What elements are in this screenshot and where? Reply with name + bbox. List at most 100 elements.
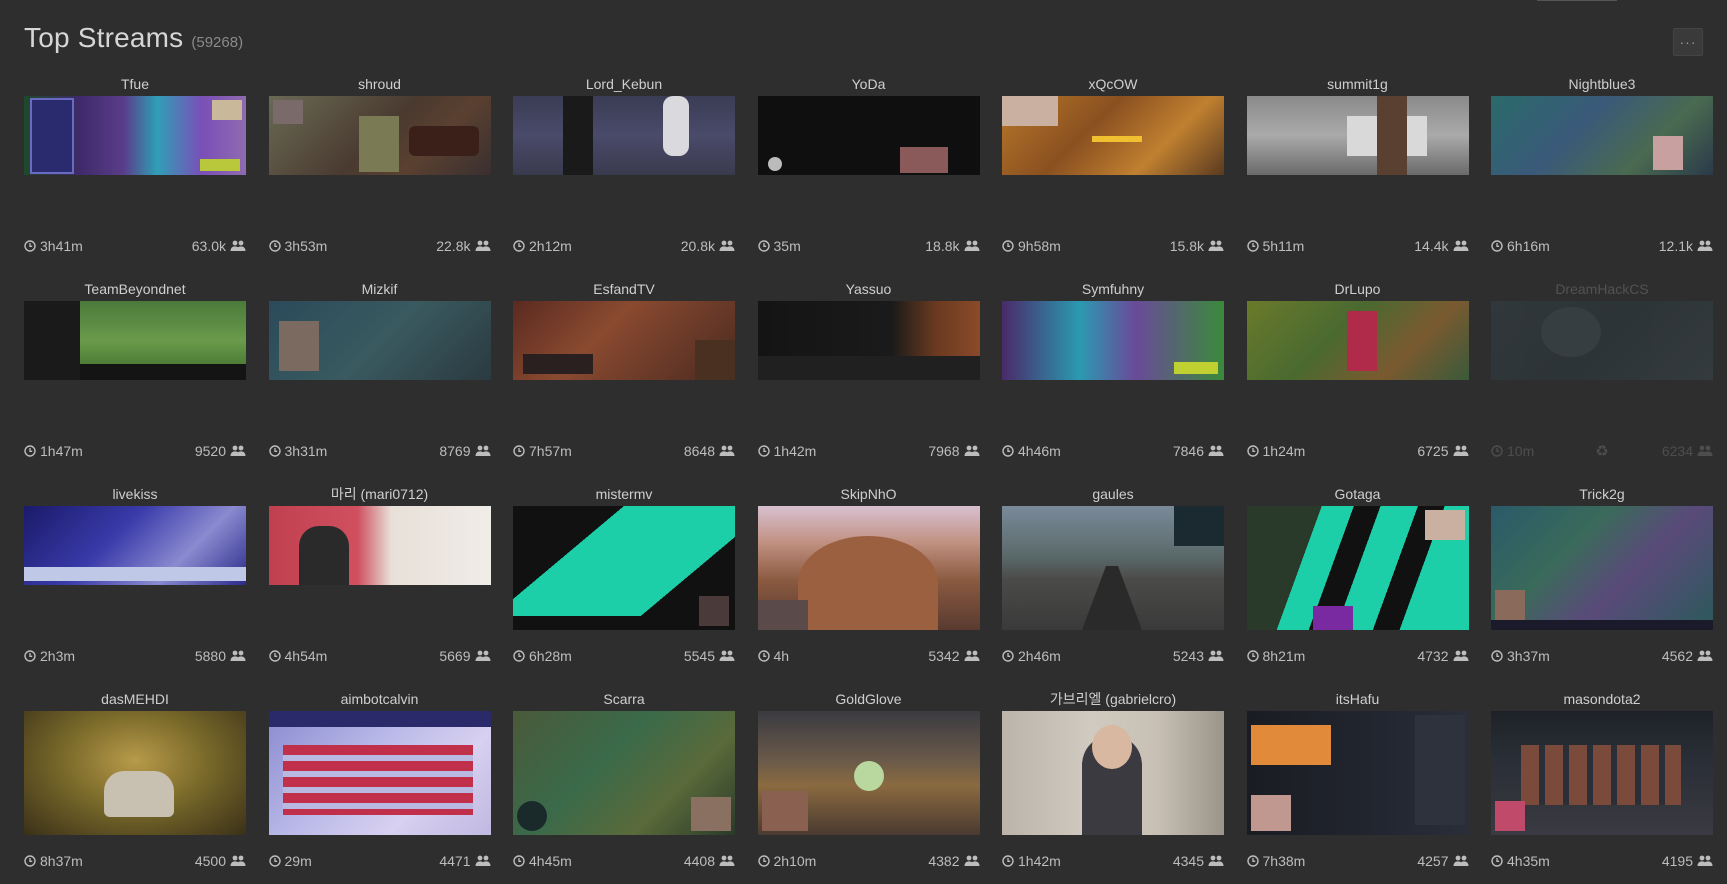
stream-card[interactable]: GoldGlove 2h10m 4382 — [757, 689, 980, 871]
stream-thumbnail[interactable] — [1002, 301, 1224, 380]
stream-thumbnail[interactable] — [1246, 506, 1469, 630]
stream-meta: 3h53m 22.8k — [268, 236, 491, 256]
stream-uptime: 6h16m — [1507, 238, 1550, 254]
users-icon — [719, 445, 735, 457]
stream-uptime: 2h46m — [1018, 648, 1061, 664]
stream-thumbnail[interactable] — [268, 711, 491, 835]
stream-card[interactable]: Mizkif 3h31m 8769 — [268, 279, 491, 461]
stream-thumbnail[interactable] — [757, 301, 980, 380]
stream-viewers: 4382 — [928, 853, 960, 869]
stream-thumbnail[interactable] — [513, 506, 735, 630]
stream-card[interactable]: shroud 3h53m 22.8k — [268, 74, 491, 256]
stream-name: 마리 (mari0712) — [330, 486, 429, 502]
stream-meta: 4h54m 5669 — [268, 646, 491, 666]
stream-thumbnail[interactable] — [268, 96, 491, 175]
stream-card[interactable]: EsfandTV 7h57m 8648 — [513, 279, 735, 461]
stream-uptime: 1h47m — [40, 443, 83, 459]
stream-meta: 1h47m 9520 — [24, 441, 246, 461]
stream-meta: 6h16m 12.1k — [1491, 236, 1713, 256]
stream-uptime: 1h42m — [1018, 853, 1061, 869]
stream-thumbnail[interactable] — [513, 301, 735, 380]
stream-thumbnail[interactable] — [1491, 301, 1713, 380]
page-title: Top Streams — [24, 22, 184, 53]
stream-card[interactable]: dasMEHDI 8h37m 4500 — [24, 689, 246, 871]
stream-card[interactable]: Gotaga 8h21m 4732 — [1246, 484, 1469, 666]
stream-thumbnail[interactable] — [1491, 96, 1713, 175]
stream-uptime: 4h54m — [284, 648, 328, 664]
stream-meta: 7h38m 4257 — [1246, 851, 1469, 871]
stream-card[interactable]: summit1g 5h11m 14.4k — [1246, 74, 1469, 256]
stream-name: xQcOW — [1088, 76, 1138, 92]
stream-card[interactable]: livekiss 2h3m 5880 — [24, 484, 246, 666]
stream-name: DreamHackCS — [1555, 281, 1649, 297]
stream-viewers: 4257 — [1417, 853, 1449, 869]
stream-uptime: 35m — [773, 238, 801, 254]
stream-viewers: 22.8k — [436, 238, 471, 254]
stream-card[interactable]: DrLupo 1h24m 6725 — [1246, 279, 1469, 461]
stream-thumbnail[interactable] — [24, 96, 246, 175]
users-icon — [230, 445, 246, 457]
stream-thumbnail[interactable] — [1002, 711, 1224, 835]
stream-card[interactable]: YoDa 35m 18.8k — [757, 74, 980, 256]
stream-card[interactable]: Symfuhny 4h46m 7846 — [1002, 279, 1224, 461]
stream-thumbnail[interactable] — [1246, 711, 1469, 835]
stream-thumbnail[interactable] — [513, 711, 735, 835]
stream-uptime: 3h31m — [284, 443, 328, 459]
stream-thumbnail[interactable] — [1246, 301, 1469, 380]
more-dots-icon: ··· — [1679, 34, 1697, 50]
stream-meta: 8h37m 4500 — [24, 851, 246, 871]
stream-thumbnail[interactable] — [1002, 96, 1224, 175]
stream-meta: 1h42m 7968 — [757, 441, 980, 461]
stream-thumbnail[interactable] — [513, 96, 735, 175]
stream-card[interactable]: Tfue 3h41m 63.0k — [24, 74, 246, 256]
stream-thumbnail[interactable] — [268, 506, 491, 585]
users-icon — [230, 855, 246, 867]
stream-card[interactable]: mistermv 6h28m 5545 — [513, 484, 735, 666]
stream-name: 가브리엘 (gabrielcro) — [1049, 691, 1177, 707]
stream-card[interactable]: TeamBeyondnet 1h47m 9520 — [24, 279, 246, 461]
stream-meta: 2h12m 20.8k — [513, 236, 735, 256]
stream-card[interactable]: gaules 2h46m 5243 — [1002, 484, 1224, 666]
stream-thumbnail[interactable] — [1002, 506, 1224, 630]
stream-card[interactable]: 가브리엘 (gabrielcro) 1h42m 4345 — [1002, 689, 1224, 871]
stream-meta: 2h46m 5243 — [1002, 646, 1224, 666]
stream-thumbnail[interactable] — [757, 96, 980, 175]
stream-card[interactable]: Scarra 4h45m 4408 — [513, 689, 735, 871]
stream-meta: 35m 18.8k — [757, 236, 980, 256]
stream-uptime: 4h — [773, 648, 790, 664]
stream-viewers: 4732 — [1417, 648, 1449, 664]
stream-meta: 3h31m 8769 — [268, 441, 491, 461]
stream-meta: 9h58m 15.8k — [1002, 236, 1224, 256]
clock-icon — [268, 445, 281, 457]
stream-card[interactable]: SkipNhO 4h 5342 — [757, 484, 980, 666]
stream-thumbnail[interactable] — [1491, 711, 1713, 835]
stream-card[interactable]: masondota2 4h35m 4195 — [1491, 689, 1713, 871]
stream-card[interactable]: Lord_Kebun 2h12m 20.8k — [513, 74, 735, 256]
stream-thumbnail[interactable] — [24, 301, 246, 380]
stream-thumbnail[interactable] — [1246, 96, 1469, 175]
stream-thumbnail[interactable] — [757, 506, 980, 630]
more-menu-button[interactable]: ··· — [1673, 28, 1703, 56]
clock-icon — [1246, 855, 1259, 867]
users-icon — [1453, 650, 1469, 662]
stream-card[interactable]: itsHafu 7h38m 4257 — [1246, 689, 1469, 871]
stream-thumbnail[interactable] — [24, 711, 246, 835]
stream-card[interactable]: DreamHackCS 10m ♻ 6234 — [1491, 279, 1713, 461]
stream-card[interactable]: Nightblue3 6h16m 12.1k — [1491, 74, 1713, 256]
stream-viewers: 5669 — [439, 648, 471, 664]
stream-card[interactable]: Trick2g 3h37m 4562 — [1491, 484, 1713, 666]
clock-icon — [1246, 650, 1259, 662]
stream-uptime: 8h21m — [1262, 648, 1306, 664]
stream-card[interactable]: Yassuo 1h42m 7968 — [757, 279, 980, 461]
stream-thumbnail[interactable] — [24, 506, 246, 585]
stream-thumbnail[interactable] — [1491, 506, 1713, 630]
stream-name: shroud — [358, 76, 401, 92]
stream-meta: 4h46m 7846 — [1002, 441, 1224, 461]
stream-card[interactable]: xQcOW 9h58m 15.8k — [1002, 74, 1224, 256]
stream-card[interactable]: aimbotcalvin 29m 4471 — [268, 689, 491, 871]
stream-uptime: 6h28m — [529, 648, 572, 664]
stream-card[interactable]: 마리 (mari0712) 4h54m 5669 — [268, 484, 491, 666]
stream-thumbnail[interactable] — [268, 301, 491, 380]
users-icon — [1208, 445, 1224, 457]
stream-thumbnail[interactable] — [757, 711, 980, 835]
